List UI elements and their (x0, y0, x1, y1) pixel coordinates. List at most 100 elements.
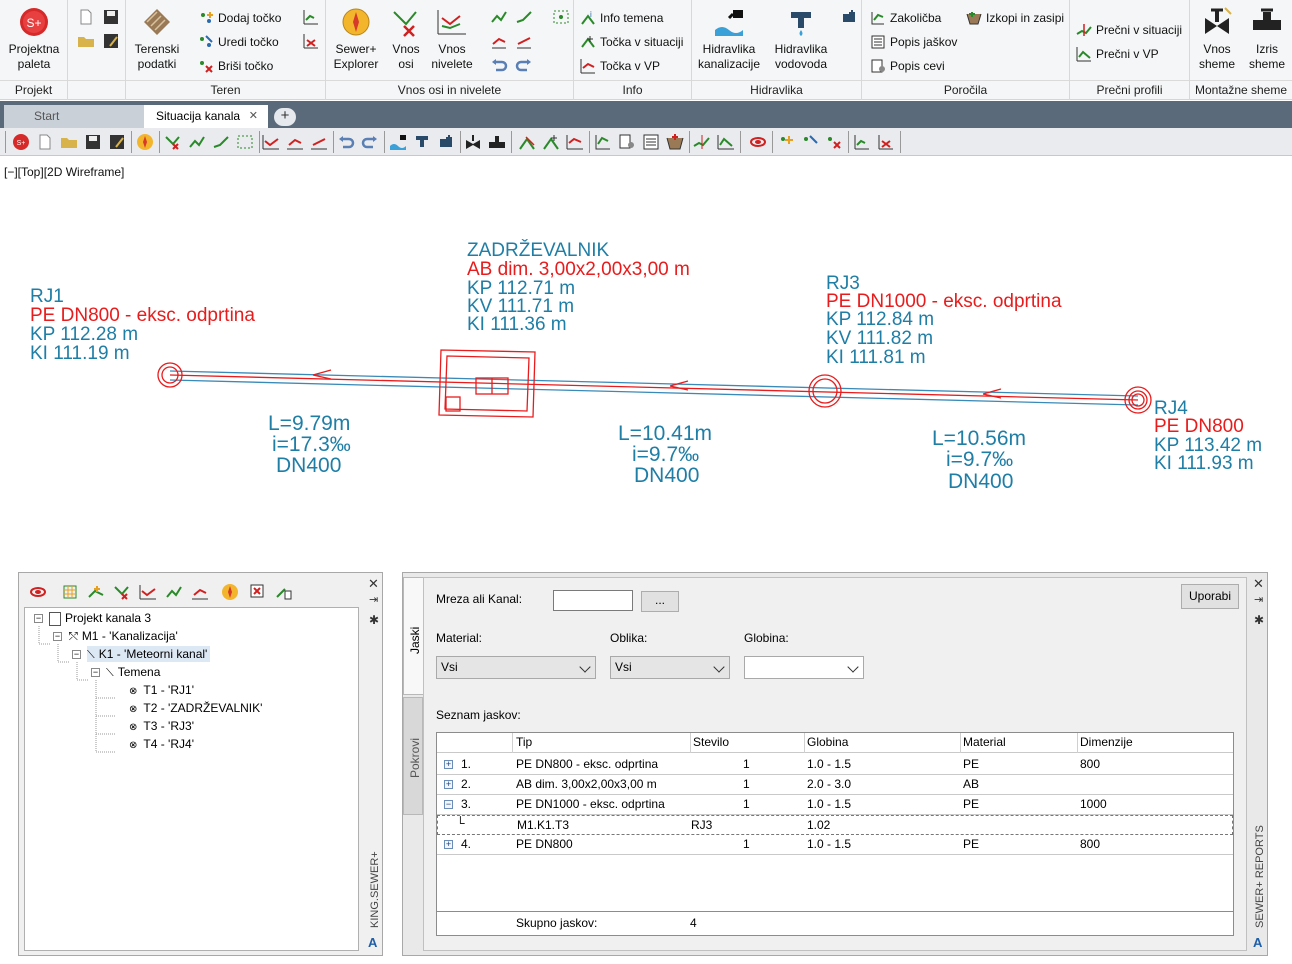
sewer-explorer-button[interactable]: Sewer+ Explorer (330, 4, 382, 72)
izkopi-button[interactable]: Izkopi in zasipi (966, 8, 1064, 28)
new-tab-button[interactable]: + (274, 108, 296, 126)
info-node-icon[interactable] (518, 133, 536, 151)
col-material[interactable]: Material (960, 733, 1006, 753)
expand-icon[interactable]: + (444, 840, 453, 849)
panel-close-icon[interactable]: ✕ (1253, 576, 1264, 592)
axis-edit-icon[interactable] (165, 583, 183, 601)
tab-pokrovi[interactable]: Pokrovi (403, 697, 423, 815)
tree-item-t3[interactable]: ⊗ T3 - 'RJ3' (129, 718, 194, 734)
material-select[interactable]: Vsi (436, 656, 596, 679)
browse-button[interactable]: ... (641, 591, 679, 612)
tree-collapse-icon[interactable]: − (72, 650, 81, 659)
tree-view[interactable]: − Projekt kanala 3 − ⤲ M1 - 'Kanalizacija… (24, 607, 359, 951)
excavation-icon[interactable] (666, 133, 684, 151)
profile-edit-icon[interactable] (490, 32, 508, 50)
tree-item-k1[interactable]: ⟍ K1 - 'Meteorni kanal' (87, 646, 211, 662)
save-as-icon[interactable] (102, 32, 120, 50)
tocka-vp-button[interactable]: Točka v VP (580, 56, 660, 76)
layers-icon[interactable] (749, 133, 767, 151)
tree-item-t4[interactable]: ⊗ T4 - 'RJ4' (129, 736, 194, 752)
point-situation-icon[interactable] (542, 133, 560, 151)
axis-move-icon[interactable] (515, 8, 533, 26)
open-folder-icon[interactable] (60, 133, 78, 151)
new-file-icon[interactable] (77, 8, 95, 26)
select-nodes-icon[interactable] (236, 133, 254, 151)
expand-icon[interactable]: + (444, 760, 453, 769)
tab-situacija-kanala[interactable]: Situacija kanala ✕ (144, 105, 268, 128)
col-globina[interactable]: Globina (804, 733, 848, 753)
panel-pin-icon[interactable]: ⇥ (1254, 593, 1263, 606)
col-dimenzije[interactable]: Dimenzije (1077, 733, 1133, 753)
tocka-situacija-button[interactable]: Točka v situaciji (580, 32, 683, 52)
hydraulics-settings-icon[interactable] (437, 133, 455, 151)
izris-sheme-button[interactable]: Izris sheme (1244, 4, 1290, 72)
table-row[interactable]: + 1. PE DN800 - eksc. odprtina 1 1.0 - 1… (437, 755, 1233, 775)
brisi-tocko-button[interactable]: Briši točko (198, 56, 273, 76)
uporabi-button[interactable]: Uporabi (1181, 584, 1239, 609)
water-hydraulics-icon[interactable] (413, 133, 431, 151)
cross-section-profile-icon[interactable] (717, 133, 735, 151)
table-subrow[interactable]: └ M1.K1.T3 RJ3 1.02 (437, 815, 1233, 835)
tree-item-projekt[interactable]: Projekt kanala 3 (49, 610, 151, 626)
undo-icon[interactable] (337, 133, 355, 151)
profile-move-icon[interactable] (310, 133, 328, 151)
terenski-podatki-button[interactable]: Terenski podatki (130, 4, 184, 72)
point-graph-icon[interactable] (302, 32, 320, 50)
panel-settings-icon[interactable]: ✱ (369, 613, 379, 627)
uredi-tocko-button[interactable]: Uredi točko (198, 32, 279, 52)
axis-edit-icon[interactable] (490, 8, 508, 26)
point-list-icon[interactable] (853, 133, 871, 151)
save-icon[interactable] (102, 8, 120, 26)
axis-edit-icon[interactable] (188, 133, 206, 151)
redo-icon[interactable] (361, 133, 379, 151)
panel-pin-icon[interactable]: ⇥ (369, 593, 378, 606)
precni-vp-button[interactable]: Prečni v VP (1076, 44, 1159, 64)
new-file-icon[interactable] (36, 133, 54, 151)
popis-jaskov-button[interactable]: Popis jaškov (870, 32, 957, 52)
dodaj-tocko-button[interactable]: Dodaj točko (198, 8, 281, 28)
profile-input-icon[interactable] (262, 133, 280, 151)
tree-collapse-icon[interactable]: − (53, 632, 62, 641)
staking-icon[interactable] (594, 133, 612, 151)
vnos-osi-button[interactable]: Vnos osi (386, 4, 426, 72)
manhole-list-icon[interactable] (642, 133, 660, 151)
panel-close-icon[interactable]: ✕ (368, 576, 379, 592)
col-tip[interactable]: Tip (516, 733, 532, 752)
tab-start[interactable]: Start (4, 105, 144, 128)
select-nodes-icon[interactable] (552, 8, 570, 26)
compass-icon[interactable] (136, 133, 154, 151)
open-folder-icon[interactable] (77, 32, 95, 50)
cross-section-situation-icon[interactable] (693, 133, 711, 151)
profile-input-icon[interactable] (139, 583, 157, 601)
point-list-icon[interactable] (302, 8, 320, 26)
table-row[interactable]: + 4. PE DN800 1 1.0 - 1.5 PE 800 (437, 835, 1233, 855)
undo-icon[interactable] (490, 56, 508, 74)
oblika-select[interactable]: Vsi (610, 656, 730, 679)
edit-point-icon[interactable] (801, 133, 819, 151)
axis-input-icon[interactable] (87, 583, 105, 601)
attach-icon[interactable] (275, 583, 293, 601)
hidravlika-vodovoda-button[interactable]: Hidravlika vodovoda (768, 4, 834, 72)
save-icon[interactable] (84, 133, 102, 151)
save-as-icon[interactable] (108, 133, 126, 151)
sewer-hydraulics-icon[interactable] (389, 133, 407, 151)
tree-item-temena[interactable]: ⟍ Temena (106, 664, 160, 680)
zakolicba-button[interactable]: Zakoličba (870, 8, 941, 28)
tree-collapse-icon[interactable]: − (34, 614, 43, 623)
point-profile-icon[interactable] (566, 133, 584, 151)
tree-item-t1[interactable]: ⊗ T1 - 'RJ1' (129, 682, 194, 698)
profile-edit-icon[interactable] (286, 133, 304, 151)
valve-input-icon[interactable] (464, 133, 482, 151)
tab-jaski[interactable]: Jaski (403, 577, 423, 695)
collapse-icon[interactable]: − (444, 800, 453, 809)
layers-icon[interactable] (29, 583, 47, 601)
grid-points-icon[interactable] (61, 583, 79, 601)
panel-settings-icon[interactable]: ✱ (1254, 613, 1264, 627)
profile-edit-icon[interactable] (191, 583, 209, 601)
profile-move-icon[interactable] (515, 32, 533, 50)
table-row[interactable]: − 3. PE DN1000 - eksc. odprtina 1 1.0 - … (437, 795, 1233, 815)
vnos-nivelete-button[interactable]: Vnos nivelete (428, 4, 476, 72)
popis-cevi-button[interactable]: Popis cevi (870, 56, 945, 76)
add-point-icon[interactable] (777, 133, 795, 151)
pipe-list-icon[interactable] (618, 133, 636, 151)
